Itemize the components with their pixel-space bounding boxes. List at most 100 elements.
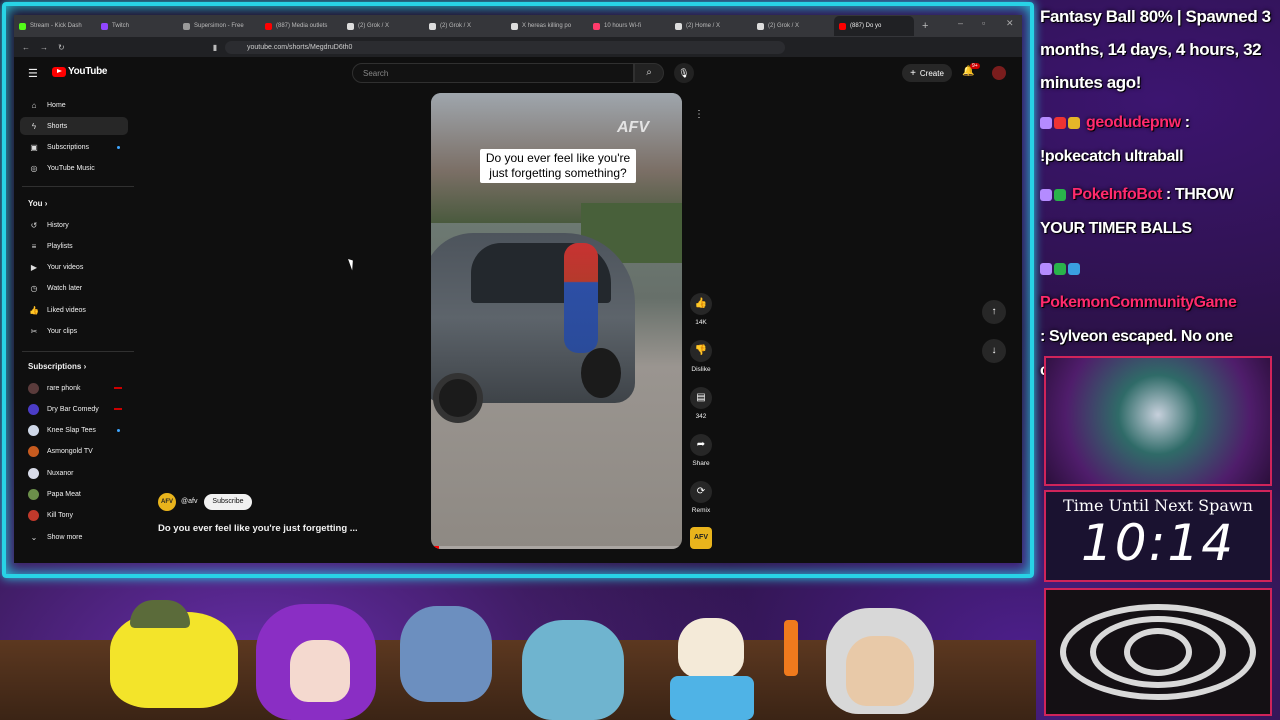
- account-avatar[interactable]: [992, 66, 1006, 80]
- sidebar-item[interactable]: 👍 Liked videos: [20, 301, 128, 319]
- create-button[interactable]: + Create: [902, 64, 952, 82]
- channel-avatar[interactable]: AFV: [158, 493, 176, 511]
- sidebar-item[interactable]: ⌂ Home: [20, 96, 128, 114]
- comment-icon[interactable]: ▤: [690, 387, 712, 409]
- chat-badge-icon: [1068, 262, 1080, 275]
- comments-action[interactable]: ▤ 342: [690, 387, 712, 420]
- tab-title: (887) Media outlets: [276, 23, 328, 29]
- plus-icon: +: [910, 67, 916, 79]
- create-label: Create: [919, 68, 944, 78]
- browser-tab[interactable]: X hereas killing po: [506, 16, 586, 36]
- next-short-icon[interactable]: ↓: [982, 339, 1006, 363]
- menu-icon[interactable]: ☰: [28, 67, 38, 80]
- youtube-logo[interactable]: YouTube: [52, 66, 108, 77]
- minimize-icon[interactable]: –: [958, 18, 963, 28]
- sidebar-item-label: Dry Bar Comedy: [47, 405, 99, 413]
- show-more-button[interactable]: ⌄ Show more: [20, 528, 128, 546]
- forward-icon[interactable]: →: [40, 43, 48, 52]
- chat-badge-icon: [1040, 262, 1052, 275]
- microphone-icon[interactable]: 🎙: [674, 63, 694, 83]
- sidebar-item[interactable]: ϟ Shorts: [20, 117, 128, 136]
- sidebar-item[interactable]: Kill Tony: [20, 507, 128, 525]
- maximize-icon[interactable]: ▫: [982, 18, 985, 28]
- browser-tab[interactable]: Twitch: [96, 16, 176, 36]
- subscriptions-heading-label: Subscriptions: [28, 362, 82, 371]
- video-progress-bar[interactable]: [431, 546, 682, 549]
- remix-action[interactable]: ⟳ Remix: [690, 481, 712, 514]
- live-indicator: [114, 387, 122, 389]
- tab-title: (2) Grok / X: [440, 23, 472, 29]
- back-icon[interactable]: ←: [22, 43, 30, 52]
- previous-short-icon[interactable]: ↑: [982, 300, 1006, 324]
- sidebar-item[interactable]: ▣ Subscriptions: [20, 139, 128, 157]
- sidebar-item[interactable]: ✂ Your clips: [20, 323, 128, 341]
- browser-tab[interactable]: (887) Do yo: [834, 16, 914, 36]
- browser-tab[interactable]: 10 hours Wi-fi: [588, 16, 668, 36]
- subscribe-button[interactable]: Subscribe: [204, 494, 252, 510]
- tab-title: Supersimon - Free: [194, 23, 244, 29]
- character-face: [290, 640, 350, 702]
- video-car-wheel: [581, 348, 621, 398]
- dislike-action[interactable]: 👎 Dislike: [690, 340, 712, 373]
- browser-tab[interactable]: (2) Grok / X: [424, 16, 504, 36]
- your-videos-icon: ▶: [30, 263, 38, 273]
- browser-tab[interactable]: Stream - Kick Dash: [14, 16, 94, 36]
- like-count: 14K: [695, 319, 707, 326]
- tab-favicon-icon: [757, 22, 764, 30]
- sidebar-item[interactable]: ◎ YouTube Music: [20, 160, 128, 178]
- browser-tab[interactable]: (2) Grok / X: [342, 16, 422, 36]
- channel-thumbnail[interactable]: AFV: [690, 527, 712, 549]
- chat-badge-icon: [1054, 116, 1066, 129]
- shorts-video-player[interactable]: AFV Do you ever feel like you're just fo…: [431, 93, 682, 549]
- like-action[interactable]: 👍 14K: [690, 293, 712, 326]
- share-icon[interactable]: ➦: [690, 434, 712, 456]
- chat-text: !pokecatch ultraball: [1040, 148, 1184, 165]
- new-tab-icon[interactable]: +: [922, 20, 928, 32]
- crown-icon: [1068, 116, 1080, 129]
- tab-title: X hereas killing po: [522, 23, 572, 29]
- chat-badge-icon: [1040, 188, 1052, 201]
- browser-tab[interactable]: (2) Grok / X: [752, 16, 832, 36]
- thumbs-down-icon[interactable]: 👎: [690, 340, 712, 362]
- sidebar-item[interactable]: ↺ History: [20, 216, 128, 234]
- character-face: [846, 636, 914, 706]
- share-action[interactable]: ➦ Share: [690, 434, 712, 467]
- sidebar-item-label: Liked videos: [47, 306, 86, 314]
- tab-favicon-icon: [19, 22, 26, 30]
- sidebar-item[interactable]: Asmongold TV: [20, 443, 128, 461]
- sidebar-item[interactable]: rare phonk: [20, 379, 128, 397]
- search-icon[interactable]: ⌕: [634, 63, 664, 83]
- search-input[interactable]: Search: [352, 63, 634, 83]
- url-bar[interactable]: youtube.com/shorts/MegdruD6th0: [225, 41, 785, 54]
- sidebar-item[interactable]: Papa Meat: [20, 486, 128, 504]
- browser-tab[interactable]: (887) Media outlets: [260, 16, 340, 36]
- video-car-wheel: [433, 373, 483, 423]
- channel-handle[interactable]: @afv: [181, 498, 197, 505]
- more-options-icon[interactable]: ⋮: [694, 109, 704, 120]
- thumbs-up-icon[interactable]: 👍: [690, 293, 712, 315]
- bookmark-icon[interactable]: ▮: [213, 43, 217, 52]
- remix-icon[interactable]: ⟳: [690, 481, 712, 503]
- sidebar-item[interactable]: Dry Bar Comedy: [20, 400, 128, 418]
- tab-favicon-icon: [839, 22, 846, 30]
- sidebar-item[interactable]: ≡ Playlists: [20, 237, 128, 255]
- youtube-header: ☰ YouTube Search ⌕ 🎙 + Create 🔔 9+: [14, 57, 1022, 89]
- channel-avatar: [28, 382, 39, 394]
- browser-tab[interactable]: (2) Home / X: [670, 16, 750, 36]
- video-watermark: AFV: [617, 119, 649, 136]
- youtube-play-icon: [52, 66, 66, 77]
- channel-avatar: [28, 425, 39, 437]
- subscriptions-heading[interactable]: Subscriptions ›: [28, 362, 86, 371]
- sidebar-item[interactable]: Nuxanor: [20, 464, 128, 482]
- close-window-icon[interactable]: ✕: [1006, 18, 1014, 29]
- reload-icon[interactable]: ↻: [58, 43, 65, 52]
- video-title[interactable]: Do you ever feel like you're just forget…: [158, 523, 358, 534]
- channel-avatar: [28, 467, 39, 479]
- channel-avatar: [28, 446, 39, 458]
- browser-tab[interactable]: Supersimon - Free: [178, 16, 258, 36]
- sidebar-item[interactable]: Knee Slap Tees: [20, 422, 128, 440]
- logo-ring: [1124, 628, 1192, 676]
- sidebar-item[interactable]: ▶ Your videos: [20, 259, 128, 277]
- you-heading[interactable]: You ›: [28, 199, 47, 208]
- sidebar-item[interactable]: ◷ Watch later: [20, 280, 128, 298]
